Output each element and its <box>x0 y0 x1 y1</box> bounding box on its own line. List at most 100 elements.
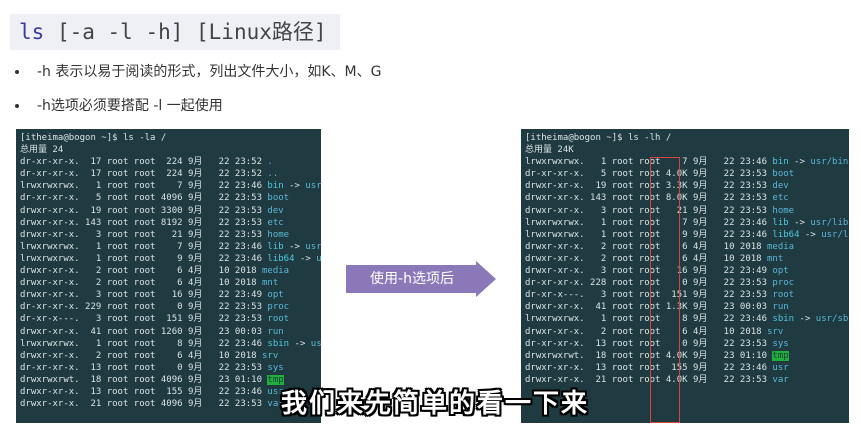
symlink-arrow: -> <box>283 181 306 192</box>
terminal-line-text: drwxr-xr-x. 19 root root 3.3K 9月 22 23:5… <box>525 181 773 192</box>
symlink-arrow: -> <box>788 217 811 228</box>
command-name: ls <box>19 20 45 44</box>
terminal-line-text: lrwxrwxrwx. 1 root root 7 9月 22 23:46 <box>20 241 268 252</box>
video-subtitle: 我们来先简单的看一下来 <box>280 389 589 419</box>
terminal-line: dr-xr-xr-x. 17 root root 224 9月 22 23:52… <box>20 156 321 168</box>
file-name: home <box>267 229 290 240</box>
terminal-line-text: lrwxrwxrwx. 1 root root 7 9月 22 23:46 <box>525 157 773 168</box>
file-name: sys <box>267 362 284 373</box>
terminal-line-text: dr-xr-xr-x. 5 root root 4.0K 9月 22 23:53 <box>525 169 773 180</box>
terminal-line-text: drwxr-xr-x. 143 root root 8.0K 9月 22 23:… <box>525 193 773 204</box>
symlink-arrow: -> <box>283 241 306 252</box>
terminal-line-text: dr-xr-x---. 3 root root 151 9月 22 23:53 <box>525 290 773 301</box>
file-name: boot <box>267 193 290 204</box>
terminal-line-text: dr-xr-xr-x. 229 root root 0 9月 22 23:53 <box>20 302 268 313</box>
terminal-line: dr-xr-xr-x. 228 root root 0 9月 22 23:53 … <box>525 277 849 289</box>
command-syntax-title: ls [-a -l -h] [Linux路径] <box>10 14 340 50</box>
file-name: run <box>772 302 789 313</box>
terminal-line: lrwxrwxrwx. 1 root root 9 9月 22 23:46 li… <box>20 253 321 265</box>
terminal-line: drwxr-xr-x. 2 root root 6 4月 10 2018 med… <box>20 265 321 277</box>
terminal-line-text: 总用量 24K <box>525 145 574 156</box>
terminal-line: lrwxrwxrwx. 1 root root 7 9月 22 23:46 bi… <box>20 180 321 192</box>
file-name: boot <box>772 169 795 180</box>
terminal-line-text: 总用量 24 <box>20 145 64 156</box>
symlink-arrow: -> <box>794 314 816 325</box>
bullet-item-h-option: -h 表示以易于阅读的形式，列出文件大小，如K、M、G <box>12 62 532 82</box>
terminal-screenshot-ls-la: [itheima@bogon ~]$ ls -la / 总用量 24 dr-xr-x… <box>16 129 321 423</box>
terminal-line: lrwxrwxrwx. 1 root root 9 9月 22 23:46 li… <box>525 229 849 241</box>
terminal-line-text: dr-xr-xr-x. 17 root root 224 9月 22 23:52 <box>20 169 268 180</box>
terminal-line: drwxr-xr-x. 2 root root 6 4月 10 2018 srv <box>20 350 321 362</box>
file-name: root <box>267 314 290 325</box>
terminal-line: dr-xr-xr-x. 13 root root 0 9月 22 23:53 s… <box>20 362 321 374</box>
symlink-arrow: -> <box>788 157 811 168</box>
file-name: mnt <box>767 253 784 264</box>
symlink-arrow: -> <box>289 338 311 349</box>
terminal-line: dr-xr-xr-x. 229 root root 0 9月 22 23:53 … <box>20 301 321 313</box>
terminal-line: drwxr-xr-x. 41 root root 1.3K 9月 23 00:0… <box>525 301 849 313</box>
file-name: lib64 <box>772 229 800 240</box>
bullet-list: -h 表示以易于阅读的形式，列出文件大小，如K、M、G -h选项必须要搭配 -l… <box>12 62 532 116</box>
terminal-line: [itheima@bogon ~]$ ls -lh / <box>525 132 849 144</box>
terminal-line-text: drwxr-xr-x. 13 root root 155 9月 22 23:46 <box>525 362 773 373</box>
terminal-line: lrwxrwxrwx. 1 root root 7 9月 22 23:46 bi… <box>525 156 849 168</box>
terminal-line-text: drwxrwxrwt. 18 root root 4.0K 9月 23 01:1… <box>525 350 773 361</box>
terminal-line: drwxr-xr-x. 41 root root 1260 9月 23 00:0… <box>20 326 321 338</box>
terminal-line-text: drwxr-xr-x. 2 root root 6 4月 10 2018 <box>20 278 262 289</box>
file-name: etc <box>267 217 284 228</box>
symlink-target: usr/sbin <box>815 314 849 325</box>
symlink-target: usr/lib64 <box>316 253 321 264</box>
file-name: media <box>767 241 795 252</box>
file-name: .. <box>267 169 279 180</box>
transition-arrow: 使用-h选项后 <box>346 261 496 297</box>
arrow-label: 使用-h选项后 <box>370 271 454 287</box>
file-name: sbin <box>267 338 290 349</box>
file-name: media <box>262 266 290 277</box>
terminal-line-text: dr-xr-xr-x. 13 root root 0 9月 22 23:53 <box>525 338 773 349</box>
file-name: sbin <box>772 314 795 325</box>
terminal-line: drwxr-xr-x. 143 root root 8192 9月 22 23:… <box>20 217 321 229</box>
file-name: bin <box>772 157 789 168</box>
terminal-line-text: dr-xr-xr-x. 13 root root 0 9月 22 23:53 <box>20 362 268 373</box>
symlink-target: usr/lib <box>305 241 321 252</box>
bullet-item-h-requires-l: -h选项必须要搭配 -l 一起使用 <box>12 96 532 116</box>
terminal-line-text: drwxr-xr-x. 41 root root 1260 9月 23 00:0… <box>20 326 268 337</box>
terminal-line: 总用量 24 <box>20 144 321 156</box>
terminal-line-text: drwxr-xr-x. 41 root root 1.3K 9月 23 00:0… <box>525 302 773 313</box>
symlink-target: usr/lib <box>810 217 849 228</box>
file-name: usr <box>772 362 789 373</box>
terminal-line-text: dr-xr-xr-x. 5 root root 4096 9月 22 23:53 <box>20 193 268 204</box>
terminal-line-text: lrwxrwxrwx. 1 root root 7 9月 22 23:46 <box>525 217 773 228</box>
symlink-target: usr/bin <box>810 157 849 168</box>
terminal-line: dr-xr-xr-x. 5 root root 4096 9月 22 23:53… <box>20 192 321 204</box>
terminal-line: dr-xr-xr-x. 13 root root 0 9月 22 23:53 s… <box>525 338 849 350</box>
symlink-target: usr/bin <box>305 181 321 192</box>
terminal-line-text: drwxr-xr-x. 2 root root 6 4月 10 2018 <box>525 326 767 337</box>
terminal-line-text: drwxr-xr-x. 3 root root 21 9月 22 23:53 <box>525 205 773 216</box>
file-name: lib64 <box>267 253 295 264</box>
terminal-line: drwxr-xr-x. 19 root root 3300 9月 22 23:5… <box>20 205 321 217</box>
terminal-line: [itheima@bogon ~]$ ls -la / <box>20 132 321 144</box>
terminal-screenshot-ls-lh: [itheima@bogon ~]$ ls -lh / 总用量 24K lrwxrw… <box>521 129 849 423</box>
file-name: run <box>267 326 284 337</box>
file-name: . <box>267 157 273 168</box>
file-name: home <box>772 205 795 216</box>
terminal-line: drwxr-xr-x. 143 root root 8.0K 9月 22 23:… <box>525 192 849 204</box>
terminal-line: drwxr-xr-x. 3 root root 21 9月 22 23:53 h… <box>525 205 849 217</box>
file-name: opt <box>772 266 789 277</box>
symlink-target: usr/sbin <box>310 338 321 349</box>
symlink-target: usr/lib64 <box>821 229 849 240</box>
terminal-line-text: lrwxrwxrwx. 1 root root 8 9月 22 23:46 <box>525 314 773 325</box>
terminal-line: drwxr-xr-x. 3 root root 16 9月 22 23:49 o… <box>525 265 849 277</box>
terminal-line: drwxrwxrwt. 18 root root 4.0K 9月 23 01:1… <box>525 350 849 362</box>
terminal-line: drwxr-xr-x. 13 root root 155 9月 22 23:46… <box>525 362 849 374</box>
file-name: srv <box>767 326 784 337</box>
terminal-line-text: lrwxrwxrwx. 1 root root 7 9月 22 23:46 <box>20 181 268 192</box>
file-name: etc <box>772 193 789 204</box>
file-name: root <box>772 290 795 301</box>
terminal-line: lrwxrwxrwx. 1 root root 7 9月 22 23:46 li… <box>525 217 849 229</box>
symlink-arrow: -> <box>799 229 822 240</box>
terminal-line-text: drwxr-xr-x. 3 root root 16 9月 22 23:49 <box>525 266 773 277</box>
terminal-line: drwxr-xr-x. 2 root root 6 4月 10 2018 mnt <box>525 253 849 265</box>
terminal-line-text: dr-xr-xr-x. 17 root root 224 9月 22 23:52 <box>20 157 268 168</box>
